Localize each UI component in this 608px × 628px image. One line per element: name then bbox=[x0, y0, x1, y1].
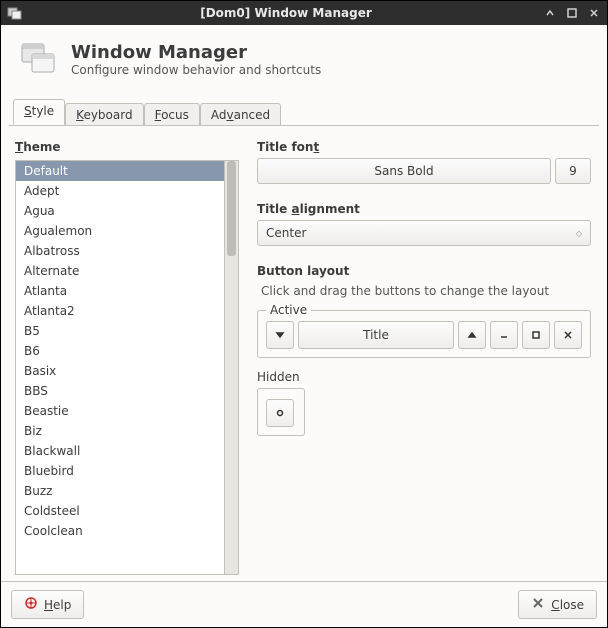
tab-style[interactable]: Style bbox=[13, 99, 65, 125]
chevron-down-icon: ◇ bbox=[576, 229, 582, 238]
maximize-button[interactable] bbox=[565, 6, 579, 20]
help-button[interactable]: Help bbox=[11, 590, 84, 619]
theme-item[interactable]: Biz bbox=[16, 421, 224, 441]
close-dialog-button[interactable]: Close bbox=[518, 590, 597, 619]
tabbar: StyleKeyboardFocusAdvanced bbox=[1, 99, 607, 125]
theme-item[interactable]: Blackwall bbox=[16, 441, 224, 461]
titlebar[interactable]: [Dom0] Window Manager bbox=[1, 1, 607, 25]
title-font-label: Title font bbox=[257, 140, 591, 154]
scrollbar[interactable] bbox=[224, 161, 238, 574]
tab-keyboard[interactable]: Keyboard bbox=[65, 103, 143, 126]
close-button[interactable] bbox=[587, 6, 601, 20]
alignment-combo[interactable]: Center ◇ bbox=[257, 220, 591, 246]
theme-item[interactable]: Agua bbox=[16, 201, 224, 221]
theme-label: Theme bbox=[15, 140, 239, 154]
scrollbar-thumb[interactable] bbox=[227, 161, 236, 256]
close-icon bbox=[531, 596, 545, 613]
theme-item[interactable]: Buzz bbox=[16, 481, 224, 501]
hidden-legend: Hidden bbox=[257, 370, 591, 384]
theme-item[interactable]: Agualemon bbox=[16, 221, 224, 241]
active-layout-group: Active Title bbox=[257, 310, 591, 358]
window-manager-icon bbox=[19, 39, 59, 79]
theme-list[interactable]: DefaultAdeptAguaAgualemonAlbatrossAltern… bbox=[16, 161, 224, 574]
title-token[interactable]: Title bbox=[298, 321, 454, 349]
close-button-token[interactable] bbox=[554, 321, 582, 349]
theme-item[interactable]: Albatross bbox=[16, 241, 224, 261]
window-icon bbox=[7, 5, 23, 21]
theme-item[interactable]: Default bbox=[16, 161, 224, 181]
theme-item[interactable]: B6 bbox=[16, 341, 224, 361]
font-size-spinner[interactable]: 9 bbox=[555, 158, 591, 184]
theme-item[interactable]: Bluebird bbox=[16, 461, 224, 481]
page-title: Window Manager bbox=[71, 42, 321, 63]
help-icon bbox=[24, 596, 38, 613]
theme-item[interactable]: B5 bbox=[16, 321, 224, 341]
minimize-button-token[interactable] bbox=[490, 321, 518, 349]
title-alignment-label: Title alignment bbox=[257, 202, 591, 216]
font-button[interactable]: Sans Bold bbox=[257, 158, 551, 184]
menu-button-token[interactable] bbox=[266, 321, 294, 349]
stick-button-token[interactable] bbox=[266, 399, 294, 427]
theme-item[interactable]: Basix bbox=[16, 361, 224, 381]
theme-item[interactable]: Atlanta2 bbox=[16, 301, 224, 321]
theme-item[interactable]: BBS bbox=[16, 381, 224, 401]
window-title: [Dom0] Window Manager bbox=[29, 6, 543, 20]
page-subtitle: Configure window behavior and shortcuts bbox=[71, 63, 321, 77]
dialog-header: Window Manager Configure window behavior… bbox=[1, 25, 607, 99]
theme-item[interactable]: Beastie bbox=[16, 401, 224, 421]
theme-item[interactable]: Coolclean bbox=[16, 521, 224, 541]
theme-item[interactable]: Alternate bbox=[16, 261, 224, 281]
tab-focus[interactable]: Focus bbox=[144, 103, 200, 126]
theme-item[interactable]: Adept bbox=[16, 181, 224, 201]
maximize-button-token[interactable] bbox=[522, 321, 550, 349]
tab-advanced[interactable]: Advanced bbox=[200, 103, 281, 126]
theme-item[interactable]: Coldsteel bbox=[16, 501, 224, 521]
roll-up-button[interactable] bbox=[543, 6, 557, 20]
button-layout-label: Button layout bbox=[257, 264, 591, 278]
theme-item[interactable]: Atlanta bbox=[16, 281, 224, 301]
button-layout-hint: Click and drag the buttons to change the… bbox=[257, 282, 591, 304]
shade-button-token[interactable] bbox=[458, 321, 486, 349]
